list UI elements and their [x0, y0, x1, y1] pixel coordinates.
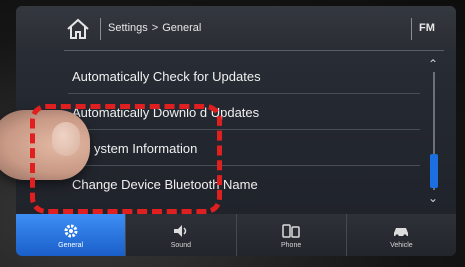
list-item[interactable]: Automatically Check for Updates	[60, 58, 420, 94]
header-underline	[64, 50, 444, 51]
bottom-tab-bar: General Sound Phone Vehicle	[16, 214, 456, 256]
tab-label: Phone	[281, 241, 302, 249]
header-bar: Settings > General FM	[16, 6, 456, 50]
tab-label: General	[58, 241, 84, 249]
annotation-highlight	[30, 104, 222, 214]
tab-label: Sound	[170, 241, 191, 249]
breadcrumb: Settings > General	[108, 22, 201, 34]
breadcrumb-settings[interactable]: Settings	[108, 22, 148, 34]
home-icon	[67, 18, 89, 39]
speaker-icon	[172, 222, 190, 240]
scrollbar[interactable]: ⌃ ⌄	[428, 58, 440, 208]
source-divider	[411, 18, 412, 40]
scroll-thumb[interactable]	[430, 154, 438, 188]
breadcrumb-general: General	[162, 22, 202, 34]
tab-label: Vehicle	[390, 241, 413, 249]
chevron-down-icon[interactable]: ⌄	[428, 192, 438, 204]
list-item-label: Automatically Check for Updates	[72, 68, 261, 84]
car-icon	[391, 222, 411, 240]
breadcrumb-separator: >	[151, 22, 159, 34]
tab-general[interactable]: General	[16, 214, 127, 256]
home-button[interactable]	[64, 16, 92, 42]
header-divider	[100, 18, 101, 40]
phone-icon	[281, 222, 301, 240]
tab-sound[interactable]: Sound	[126, 214, 237, 256]
tab-phone[interactable]: Phone	[237, 214, 347, 256]
gear-icon	[63, 222, 79, 240]
tab-vehicle[interactable]: Vehicle	[347, 214, 456, 256]
audio-source-button[interactable]: FM	[419, 22, 435, 34]
chevron-up-icon[interactable]: ⌃	[428, 58, 438, 70]
